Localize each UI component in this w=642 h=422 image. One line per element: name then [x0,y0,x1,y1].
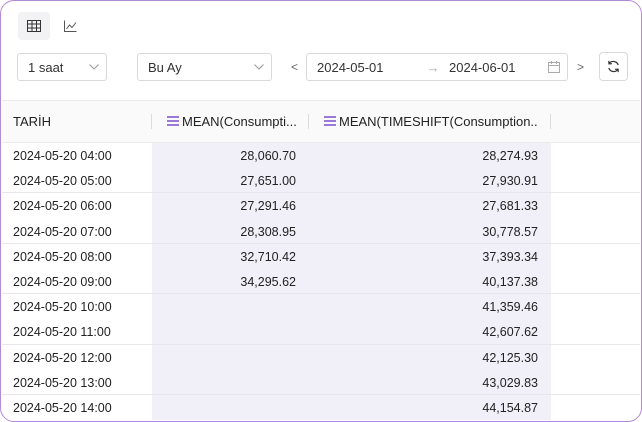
chevron-down-icon [82,64,106,70]
cell-date: 2024-05-20 11:00 [13,325,111,340]
refresh-button[interactable] [599,52,628,81]
cell-mean-timeshift: 44,154.87 [482,400,538,415]
column-header-mean-timeshift[interactable]: MEAN(TIMESHIFT(Consumption... [324,101,538,142]
table-row[interactable]: 2024-05-20 11:00 42,607.62 [2,319,640,345]
date-from-input[interactable]: 2024-05-01 [307,60,421,75]
prev-period-button[interactable]: < [291,60,298,74]
cell-mean-timeshift: 41,359.46 [482,300,538,315]
cell-mean-timeshift: 30,778.57 [482,224,538,239]
cell-mean-consumption: 28,308.95 [240,224,296,239]
next-period-button[interactable]: > [577,60,584,74]
column-resize-handle[interactable] [151,114,152,129]
line-chart-icon [63,20,76,32]
table-row[interactable]: 2024-05-20 14:00 44,154.87 [2,395,640,420]
view-toggle [18,12,86,40]
menu-icon[interactable] [167,114,179,129]
date-range-picker[interactable]: 2024-05-01 → 2024-06-01 [306,53,568,81]
chart-view-button[interactable] [54,12,86,40]
cell-mean-consumption: 32,710.42 [240,249,296,264]
cell-date: 2024-05-20 06:00 [13,199,112,214]
cell-date: 2024-05-20 05:00 [13,174,112,189]
refresh-icon [608,60,619,73]
column-resize-handle[interactable] [308,114,309,129]
table-view-button[interactable] [18,12,50,40]
cell-date: 2024-05-20 13:00 [13,375,112,390]
column-header-label: MEAN(TIMESHIFT(Consumption... [339,114,538,129]
table-row[interactable]: 2024-05-20 05:00 27,651.00 27,930.91 [2,168,640,194]
calendar-icon [541,61,567,73]
cell-mean-timeshift: 37,393.34 [482,249,538,264]
menu-icon[interactable] [324,114,336,129]
column-header-mean-consumption[interactable]: MEAN(Consumpti... [167,101,299,142]
cell-date: 2024-05-20 07:00 [13,224,112,239]
cell-mean-timeshift: 28,274.93 [482,149,538,163]
cell-date: 2024-05-20 14:00 [13,400,112,415]
cell-mean-consumption: 34,295.62 [240,274,296,289]
date-to-input[interactable]: 2024-06-01 [445,60,541,75]
cell-date: 2024-05-20 04:00 [13,149,112,163]
table-row[interactable]: 2024-05-20 09:00 34,295.62 40,137.38 [2,269,640,295]
cell-date: 2024-05-20 08:00 [13,249,112,264]
column-header-date[interactable]: TARİH [13,101,51,142]
period-select-value: Bu Ay [148,59,182,75]
cell-mean-timeshift: 42,607.62 [482,325,538,340]
column-header-label: TARİH [13,114,52,129]
cell-mean-timeshift: 27,930.91 [482,174,538,189]
table-row[interactable]: 2024-05-20 12:00 42,125.30 [2,345,640,370]
data-table: TARİH MEAN(Consumpti... MEAN(TIMESHIFT(C… [2,100,640,421]
cell-mean-timeshift: 42,125.30 [482,350,538,365]
chart-widget: 1 saat Bu Ay < 2024-05-01 → 2024-06-01 > [0,0,642,422]
cell-mean-consumption: 27,291.46 [240,199,296,214]
table-row[interactable]: 2024-05-20 08:00 32,710.42 37,393.34 [2,244,640,269]
table-row[interactable]: 2024-05-20 13:00 43,029.83 [2,370,640,395]
table-row[interactable]: 2024-05-20 07:00 28,308.95 30,778.57 [2,219,640,244]
table-header: TARİH MEAN(Consumpti... MEAN(TIMESHIFT(C… [2,100,640,143]
table-row[interactable]: 2024-05-20 06:00 27,291.46 27,681.33 [2,193,640,218]
table-icon [27,20,41,32]
table-body: 2024-05-20 04:00 28,060.70 28,274.93 2024-… [2,143,640,421]
cell-mean-consumption: 28,060.70 [240,149,296,163]
column-header-label: MEAN(Consumpti... [182,114,297,129]
column-resize-handle[interactable] [550,114,551,129]
cell-date: 2024-05-20 09:00 [13,274,112,289]
table-row[interactable]: 2024-05-20 10:00 41,359.46 [2,294,640,319]
table-row[interactable]: 2024-05-20 04:00 28,060.70 28,274.93 [2,143,640,168]
cell-mean-timeshift: 27,681.33 [482,199,538,214]
interval-select-value: 1 saat [28,59,64,75]
arrow-right-icon: → [426,59,440,75]
cell-date: 2024-05-20 12:00 [13,350,112,365]
chevron-down-icon [247,64,271,70]
cell-mean-timeshift: 43,029.83 [482,375,538,390]
cell-mean-timeshift: 40,137.38 [482,274,538,289]
cell-mean-consumption: 27,651.00 [240,174,296,189]
period-select[interactable]: Bu Ay [137,53,272,81]
cell-date: 2024-05-20 10:00 [13,300,112,315]
interval-select[interactable]: 1 saat [17,53,107,81]
